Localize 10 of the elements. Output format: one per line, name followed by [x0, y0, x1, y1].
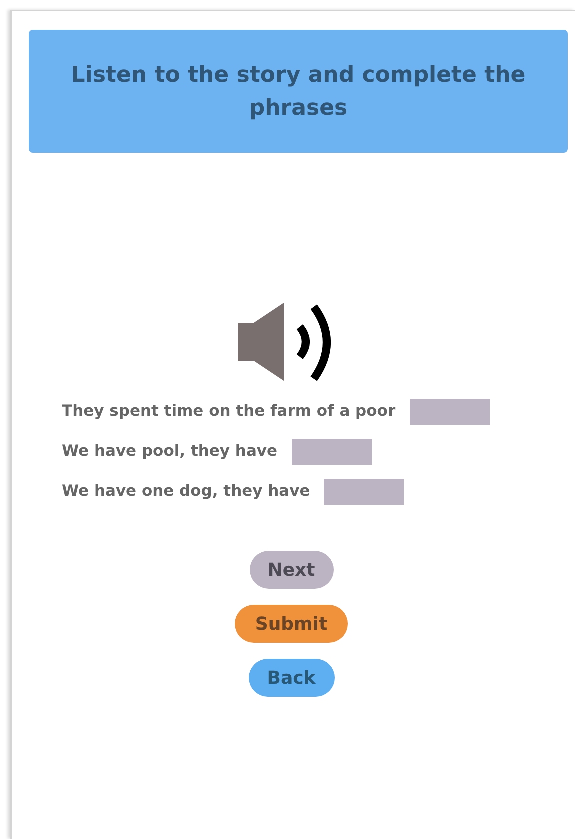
answer-box[interactable]: [410, 399, 490, 425]
phrase-text: They spent time on the farm of a poor: [62, 401, 396, 422]
action-button[interactable]: Back: [248, 659, 334, 697]
answer-box[interactable]: [292, 439, 372, 465]
phrase-text: We have pool, they have: [62, 441, 278, 462]
page-title: Listen to the story and complete the phrases: [70, 62, 527, 122]
action-button[interactable]: Submit: [235, 605, 348, 643]
phrase-text: We have one dog, they have: [62, 481, 310, 502]
answer-box[interactable]: [324, 479, 404, 505]
action-button[interactable]: Next: [250, 551, 334, 589]
